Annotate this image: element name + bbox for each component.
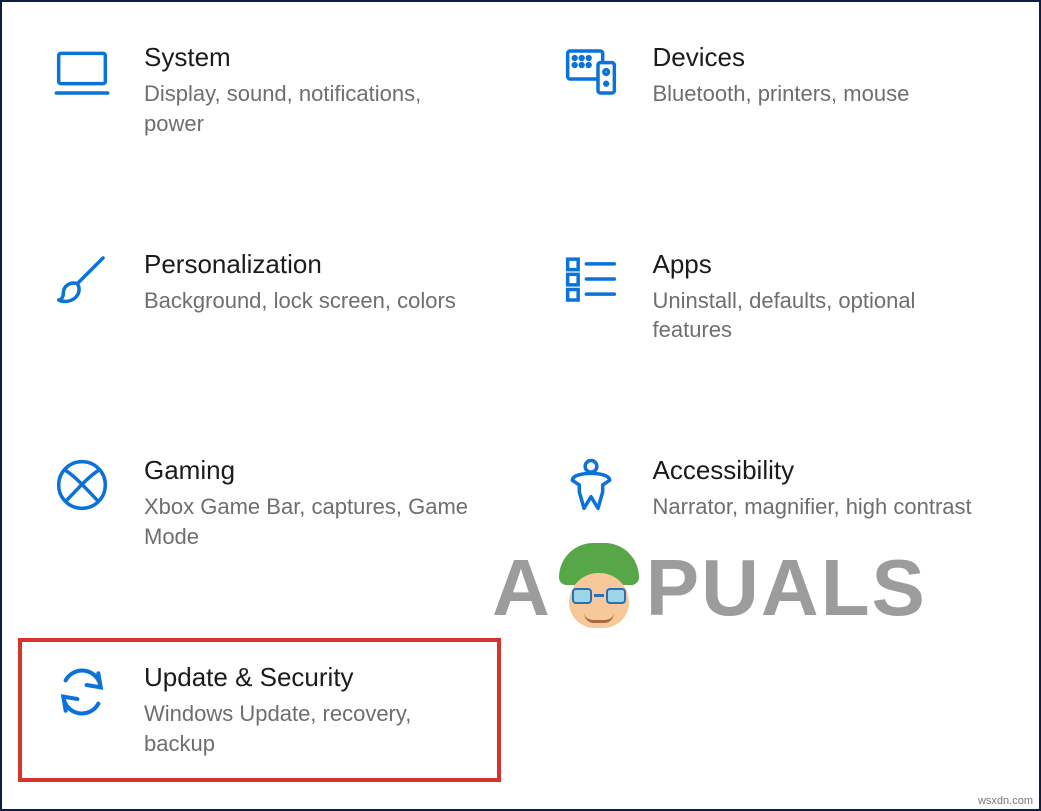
settings-tile-gaming[interactable]: Gaming Xbox Game Bar, captures, Game Mode — [22, 445, 511, 562]
tile-description: Uninstall, defaults, optional features — [653, 286, 990, 345]
tile-text: Update & Security Windows Update, recover… — [144, 662, 487, 759]
tile-title: Accessibility — [653, 455, 990, 486]
devices-icon — [561, 42, 621, 100]
tile-title: Personalization — [144, 249, 481, 280]
monitor-icon — [52, 42, 112, 100]
settings-tile-apps[interactable]: Apps Uninstall, defaults, optional featur… — [531, 239, 1020, 356]
tile-text: Devices Bluetooth, printers, mouse — [653, 42, 1010, 109]
tile-description: Windows Update, recovery, backup — [144, 699, 467, 758]
tile-title: System — [144, 42, 481, 73]
tile-title: Apps — [653, 249, 990, 280]
sync-icon — [52, 662, 112, 720]
tile-text: Personalization Background, lock screen, … — [144, 249, 501, 316]
tile-title: Gaming — [144, 455, 481, 486]
tile-text: System Display, sound, notifications, pow… — [144, 42, 501, 139]
tile-description: Narrator, magnifier, high contrast — [653, 492, 990, 522]
tile-text: Apps Uninstall, defaults, optional featur… — [653, 249, 1010, 346]
settings-tile-system[interactable]: System Display, sound, notifications, pow… — [22, 32, 511, 149]
tile-text: Gaming Xbox Game Bar, captures, Game Mode — [144, 455, 501, 552]
settings-tile-personalization[interactable]: Personalization Background, lock screen, … — [22, 239, 511, 356]
apps-list-icon — [561, 249, 621, 307]
tile-title: Devices — [653, 42, 990, 73]
settings-tile-accessibility[interactable]: Accessibility Narrator, magnifier, high c… — [531, 445, 1020, 562]
person-icon — [561, 455, 621, 513]
brush-icon — [52, 249, 112, 307]
tile-text: Accessibility Narrator, magnifier, high c… — [653, 455, 1010, 522]
settings-tile-devices[interactable]: Devices Bluetooth, printers, mouse — [531, 32, 1020, 149]
tile-description: Display, sound, notifications, power — [144, 79, 481, 138]
settings-tile-update-security[interactable]: Update & Security Windows Update, recover… — [18, 638, 501, 783]
tile-description: Background, lock screen, colors — [144, 286, 481, 316]
attribution-text: wsxdn.com — [978, 795, 1033, 807]
tile-description: Xbox Game Bar, captures, Game Mode — [144, 492, 481, 551]
tile-title: Update & Security — [144, 662, 467, 693]
xbox-icon — [52, 455, 112, 513]
tile-description: Bluetooth, printers, mouse — [653, 79, 990, 109]
